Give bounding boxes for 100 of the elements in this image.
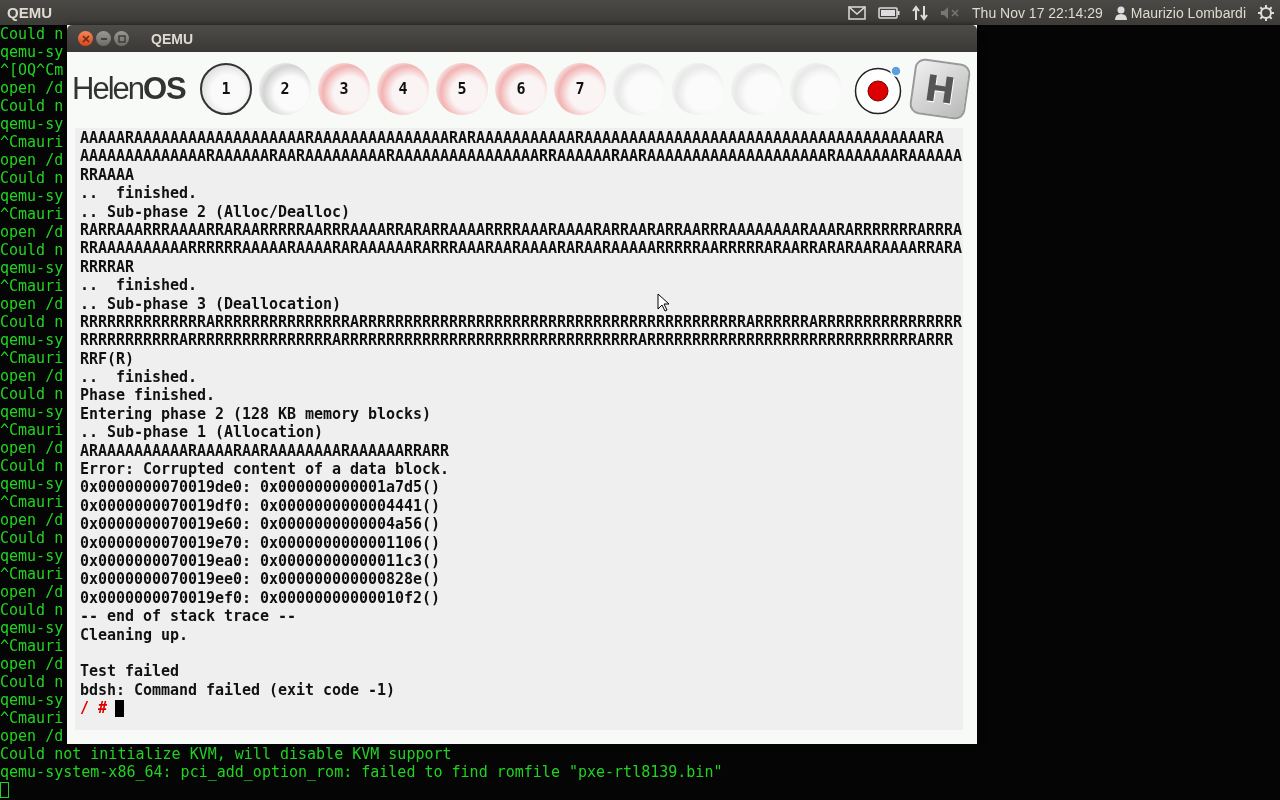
console-line: AAAAARAAAAAAAAAAAAAAAAAAARAAAAAAAAAAAAAAARARAAAAAAAAAAARAAAAAAAAAAAAAAAAAAAAAAAAAAAAAAAAAAAAAARA bbox=[80, 129, 945, 148]
terminal-line: open /d bbox=[0, 223, 64, 241]
console-line: Test failed bbox=[80, 662, 179, 681]
console-line: .. Sub-phase 1 (Allocation) bbox=[80, 423, 324, 442]
terminal-line: open /d bbox=[0, 439, 64, 457]
console-line: -- end of stack trace -- bbox=[80, 607, 297, 626]
terminal-line: Could n bbox=[0, 169, 64, 187]
minimize-button[interactable] bbox=[96, 31, 111, 46]
speaker-muted-icon[interactable] bbox=[940, 5, 961, 20]
user-name[interactable]: Maurizio Lombardi bbox=[1130, 4, 1246, 21]
terminal-line: ^Cmauri bbox=[0, 709, 64, 727]
terminal-line: ^Cmauri bbox=[0, 205, 64, 223]
console-tab[interactable]: 1 bbox=[200, 63, 252, 115]
terminal-line: qemu-sy bbox=[0, 331, 64, 349]
console-line: 0x0000000070019ef0: 0x00000000000010f2() bbox=[80, 588, 441, 608]
h-badge-icon[interactable]: H bbox=[908, 57, 972, 121]
console-line: RRRRRRRRRRRRRRARRRRRRRRRRRRRRRARRRRRRRRRRRRRRRRRRRRRRRRRRRRRRRRRRRRRRRRRRRARRRRRRARRRRRRRRRRRRRRRR bbox=[80, 312, 963, 332]
terminal-line: Could n bbox=[0, 673, 64, 691]
clock[interactable]: Thu Nov 17 22:14:29 bbox=[972, 4, 1103, 21]
terminal-line: ^Cmauri bbox=[0, 133, 64, 151]
terminal-line: ^[OQ^Cm bbox=[0, 61, 64, 79]
console-line: AAAAAAAAAAAAAARAAAAAARAARAAAAAAAAARAAAAAAAAAAAAAAAARRAAAAAARAARAAAAAAAAAAAAAAAAAAAARAAAAAAARAAAAAA bbox=[80, 147, 963, 166]
terminal-line: ^Cmauri bbox=[0, 565, 64, 583]
user-icon bbox=[1114, 5, 1127, 20]
console-line: RARRAAARRRAAAARRARAARRRRRAARRRAAAARRARARRAAAARRRRAAARAAAARARRAARARRAARRRAAAAAAAARAAARARRRRRRRARRRA bbox=[80, 220, 963, 240]
terminal-line: qemu-sy bbox=[0, 43, 64, 61]
mouse-pointer-icon bbox=[657, 293, 669, 312]
mail-icon[interactable] bbox=[848, 5, 867, 20]
terminal-line: Could n bbox=[0, 385, 64, 403]
text-cursor bbox=[115, 699, 125, 717]
terminal-line: ^Cmauri bbox=[0, 277, 64, 295]
console-line: Error: Corrupted content of a data block. bbox=[80, 460, 450, 479]
terminal-line: Could n bbox=[0, 313, 64, 331]
network-arrows-icon[interactable] bbox=[912, 4, 929, 21]
console-line: RRRRAR bbox=[80, 257, 134, 277]
power-gear-icon[interactable] bbox=[1258, 4, 1274, 21]
terminal-line: qemu-system-x86_64: pci_add_option_rom: failed to find romfile "pxe-rtl8139.bin" bbox=[0, 763, 723, 781]
console-line: .. finished. bbox=[80, 368, 197, 387]
console-tab[interactable]: 2 bbox=[259, 63, 311, 115]
console-line: 0x0000000070019ea0: 0x00000000000011c3() bbox=[80, 552, 441, 571]
terminal-line: qemu-sy bbox=[0, 619, 64, 637]
console-line: Cleaning up. bbox=[80, 625, 188, 644]
console-line: 0x0000000070019ee0: 0x000000000000828e() bbox=[80, 570, 441, 589]
terminal-line: open /d bbox=[0, 151, 64, 169]
terminal-line: Could n bbox=[0, 601, 64, 619]
console-line: .. finished. bbox=[80, 184, 197, 203]
terminal-line: Could n bbox=[0, 241, 64, 259]
window-title: QEMU bbox=[151, 30, 193, 47]
maximize-button[interactable] bbox=[114, 31, 129, 46]
console-line: 0x0000000070019e60: 0x0000000000004a56() bbox=[80, 515, 441, 534]
console-line: bdsh: Command failed (exit code -1) bbox=[80, 680, 396, 700]
terminal-line: Could n bbox=[0, 529, 64, 547]
terminal-line: ^Cmauri bbox=[0, 493, 64, 511]
console-line: .. Sub-phase 2 (Alloc/Dealloc) bbox=[80, 202, 351, 221]
terminal-line: open /d bbox=[0, 367, 64, 385]
terminal-line: qemu-sy bbox=[0, 115, 64, 133]
console-line: RRF(R) bbox=[80, 349, 134, 369]
console-line: 0x0000000070019de0: 0x000000000001a7d5() bbox=[80, 478, 441, 497]
console-tab[interactable]: 5 bbox=[436, 63, 488, 115]
terminal-line: ^Cmauri bbox=[0, 349, 64, 367]
console-line: 0x0000000070019df0: 0x0000000000004441() bbox=[80, 496, 441, 516]
terminal-line: open /d bbox=[0, 655, 64, 673]
console-line: .. finished. bbox=[80, 276, 197, 295]
console-tab[interactable]: 6 bbox=[495, 63, 547, 115]
console-line: ARAAAAAAAAAARAAAARAARAAAAAAAARAAAAAARRARR bbox=[80, 441, 450, 461]
terminal-line: qemu-sy bbox=[0, 187, 64, 205]
console-tab[interactable]: 3 bbox=[318, 63, 370, 115]
console-line: RRRRRRRRRRRARRRRRRRRRRRRRRRRARRRRRRRRRRRRRRRRRRRRRRRRRRRRRRRRRARRRRRRRRRRRRRRRRRRRRRRRRRRRRRRARRR bbox=[80, 331, 954, 350]
shell-prompt: / # bbox=[80, 699, 108, 718]
console-tab[interactable]: 7 bbox=[554, 63, 606, 115]
terminal-line: open /d bbox=[0, 79, 64, 97]
terminal-line: Could not initialize KVM, will disable KVM support bbox=[0, 745, 452, 763]
terminal-line: ^Cmauri bbox=[0, 421, 64, 439]
console-line: RRAAAAAAAAAARRRRRRAAAAARAAAARARAAAAAARARRRAAARAARAAAARARAARAAAAARRRRRAARRRRRARAARRARARAARAAAARRARA bbox=[80, 239, 963, 258]
battery-icon[interactable] bbox=[878, 6, 901, 19]
console-line: Phase finished. bbox=[80, 386, 215, 405]
close-icon bbox=[81, 34, 90, 43]
console-line: .. Sub-phase 3 (Deallocation) bbox=[80, 294, 342, 313]
terminal-line: open /d bbox=[0, 511, 64, 529]
terminal-line: open /d bbox=[0, 727, 64, 745]
terminal-line: Could n bbox=[0, 25, 64, 43]
console-line: RRAAAA bbox=[80, 165, 134, 185]
terminal-line: open /d bbox=[0, 583, 64, 601]
terminal-line: ^Cmauri bbox=[0, 637, 64, 655]
maximize-icon bbox=[117, 34, 126, 43]
terminal-line: open /d bbox=[0, 295, 64, 313]
terminal-line: qemu-sy bbox=[0, 403, 64, 421]
close-button[interactable] bbox=[78, 31, 93, 46]
terminal-line: qemu-sy bbox=[0, 475, 64, 493]
terminal-cursor bbox=[0, 782, 9, 798]
console-line: 0x0000000070019e70: 0x0000000000001106() bbox=[80, 533, 441, 552]
terminal-line: Could n bbox=[0, 97, 64, 115]
helenos-logo: HelenOS bbox=[72, 71, 187, 107]
console-tab[interactable]: 4 bbox=[377, 63, 429, 115]
console-line: Entering phase 2 (128 KB memory blocks) bbox=[80, 404, 432, 424]
terminal-line: qemu-sy bbox=[0, 547, 64, 565]
terminal-line: qemu-sy bbox=[0, 691, 64, 709]
app-name: QEMU bbox=[7, 4, 52, 21]
terminal-line: qemu-sy bbox=[0, 259, 64, 277]
terminal-line: Could n bbox=[0, 457, 64, 475]
